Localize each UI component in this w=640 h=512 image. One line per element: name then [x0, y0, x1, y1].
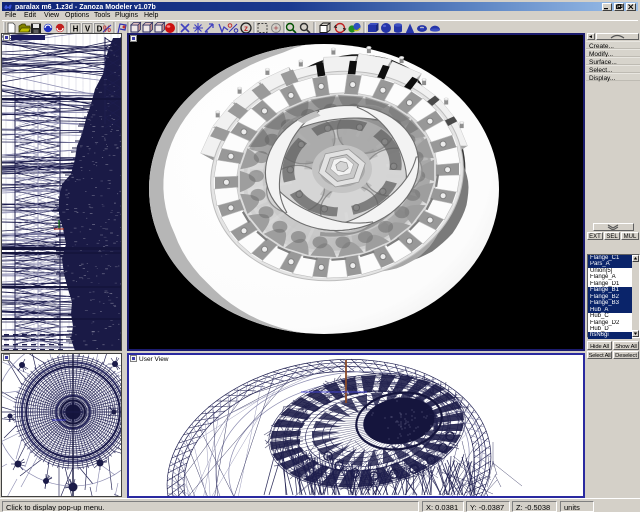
svg-text:z: z: [244, 24, 248, 33]
